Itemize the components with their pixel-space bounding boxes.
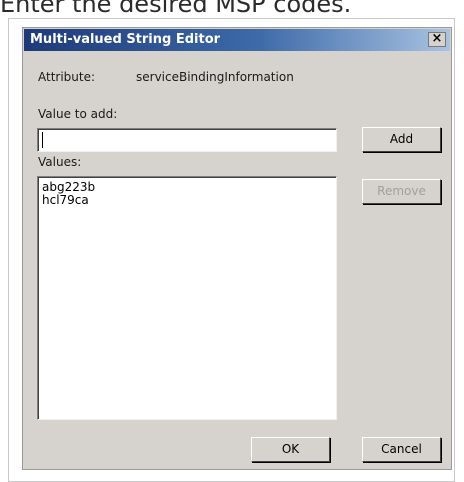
dialog-titlebar[interactable]: Multi-valued String Editor × (24, 29, 450, 51)
attribute-label: Attribute: (38, 70, 96, 84)
list-item[interactable]: hcl79ca (38, 194, 336, 207)
close-icon: × (431, 31, 443, 46)
value-to-add-input[interactable] (37, 128, 337, 152)
attribute-value: serviceBindingInformation (136, 70, 294, 84)
page: Enter the desired MSP codes. Multi-value… (0, 0, 464, 482)
ok-button[interactable]: OK (251, 437, 330, 462)
values-listbox[interactable]: abg223b hcl79ca (37, 176, 337, 420)
multi-valued-string-editor-dialog: Multi-valued String Editor × Attribute: … (22, 27, 452, 470)
values-label: Values: (38, 155, 82, 169)
close-button[interactable]: × (428, 32, 446, 47)
dialog-title: Multi-valued String Editor (30, 32, 221, 47)
instruction-caption: Enter the desired MSP codes. (0, 0, 352, 18)
cancel-button[interactable]: Cancel (362, 437, 441, 462)
text-caret (42, 132, 43, 148)
remove-button[interactable]: Remove (362, 179, 441, 204)
value-to-add-label: Value to add: (38, 107, 118, 121)
add-button[interactable]: Add (362, 127, 441, 152)
